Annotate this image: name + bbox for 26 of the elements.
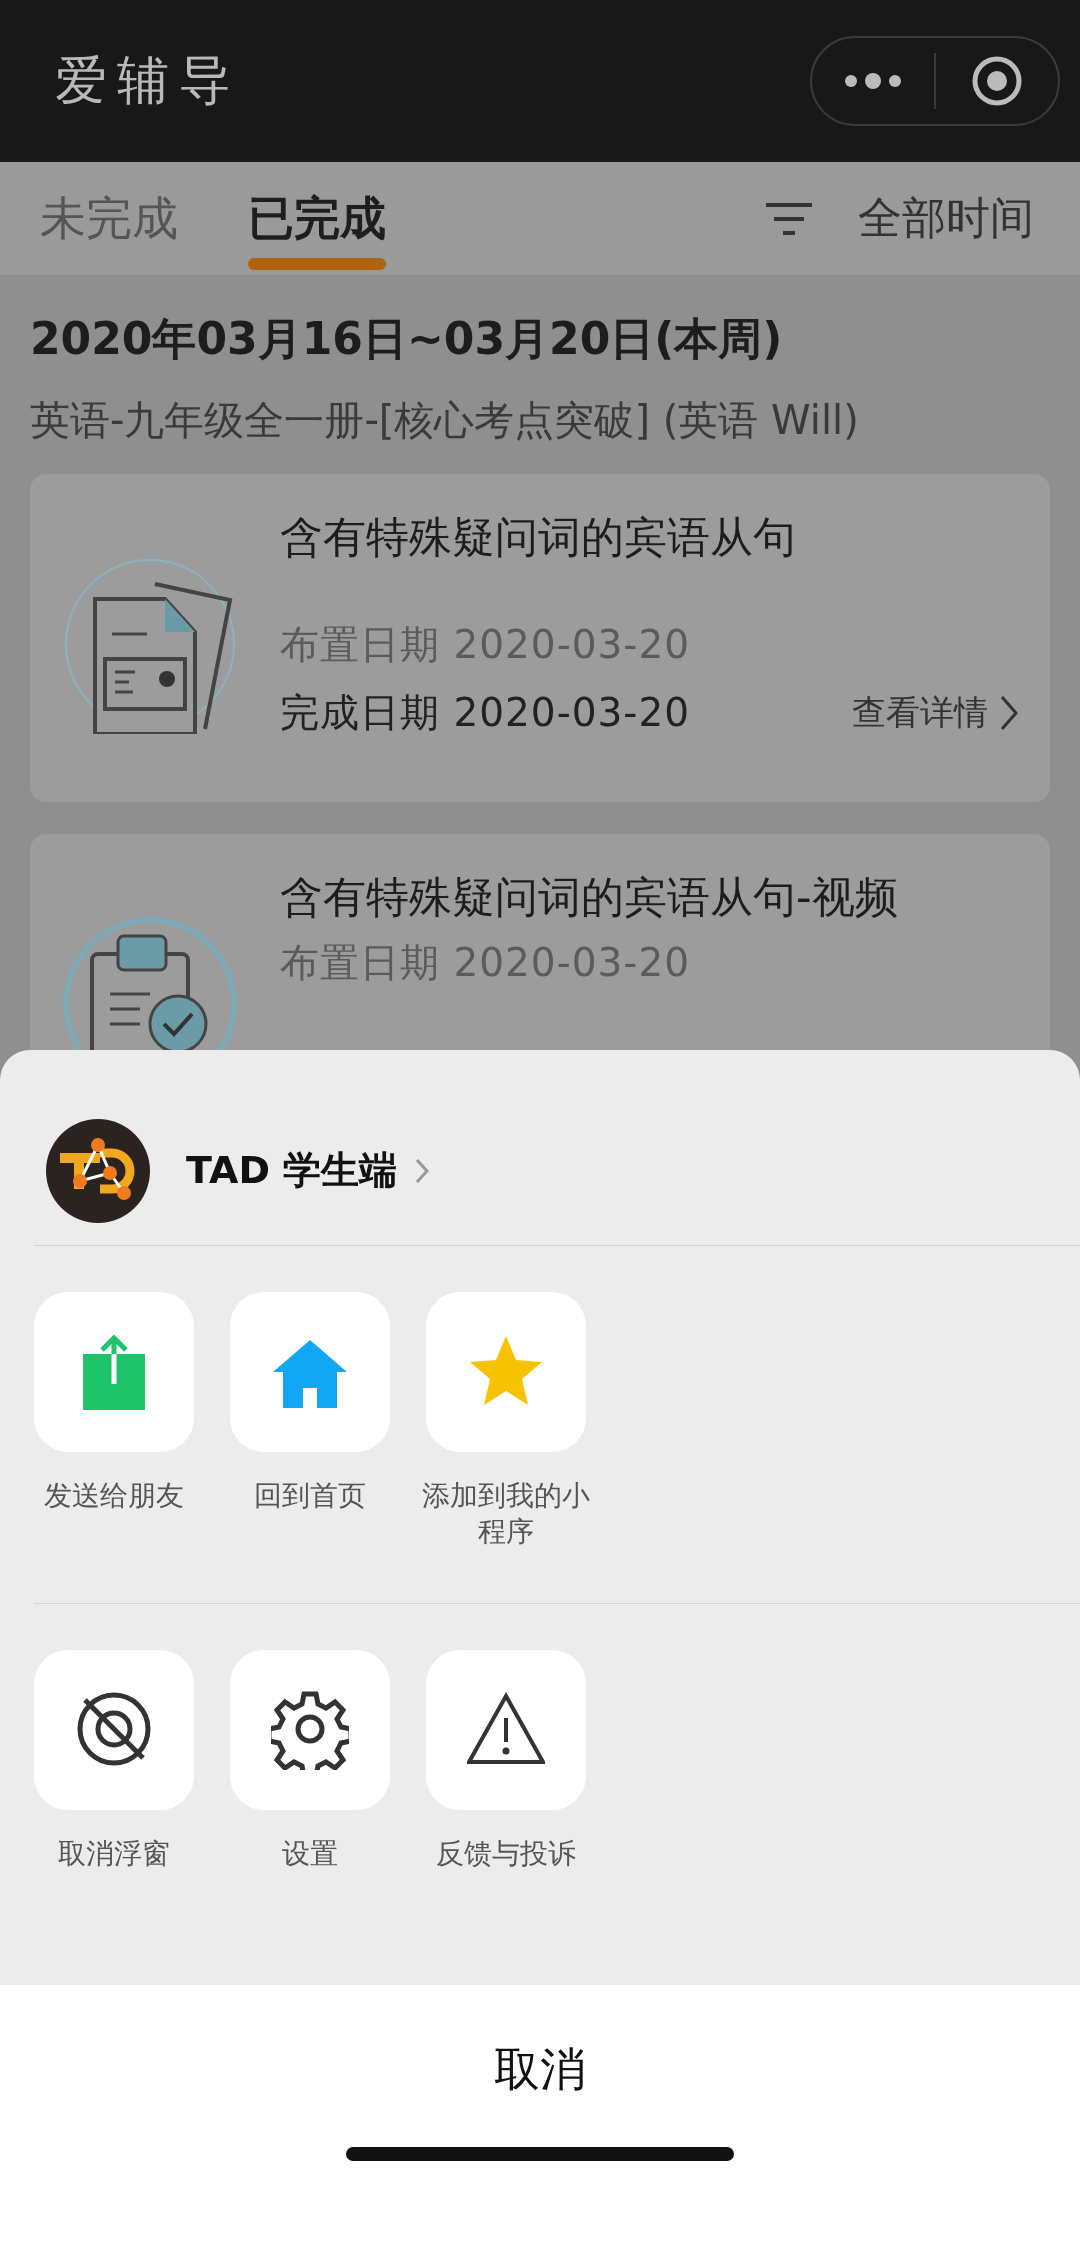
tab[interactable]: 已完成 [248,161,386,276]
more-icon[interactable] [843,71,903,91]
action-label: 发送给朋友 [43,1478,185,1514]
week-heading: 2020年03月16日~03月20日(本周) [30,312,784,366]
task-title: 含有特殊疑问词的宾语从句-视频 [280,871,899,924]
app-logo-icon [46,1118,150,1223]
details-link[interactable]: 查看详情 [852,690,1020,736]
action-label: 设置 [281,1836,339,1872]
chevron-right-icon [415,1157,430,1184]
action-label: 回到首页 [253,1478,367,1514]
action-label: 反馈与投诉 [435,1836,577,1872]
filter-button[interactable]: 全部时间 [760,188,1040,249]
close-icon[interactable] [971,55,1023,107]
settings-icon [271,1690,349,1770]
page-title: 爱辅导 [55,49,241,112]
completed-date: 完成日期 2020-03-20 [280,689,691,737]
course-name: 英语-九年级全一册-[核心考点突破] (英语 Will) [30,396,860,445]
task-card[interactable]: 含有特殊疑问词的宾语从句 布置日期 2020-03-20 完成日期 2020-03-20 查看详情 [30,474,1050,802]
assigned-date: 布置日期 2020-03-20 [280,621,692,669]
assigned-date: 布置日期 2020-03-20 [280,939,692,987]
cancel-button[interactable]: 取消 [454,2029,626,2111]
action-label: 取消浮窗 [57,1836,171,1872]
app-name-link[interactable]: TAD 学生端 [180,1144,436,1197]
action-label: 添加到我的小程序 [421,1478,591,1550]
task-title: 含有特殊疑问词的宾语从句 [280,511,797,564]
chevron-right-icon [998,693,1020,733]
